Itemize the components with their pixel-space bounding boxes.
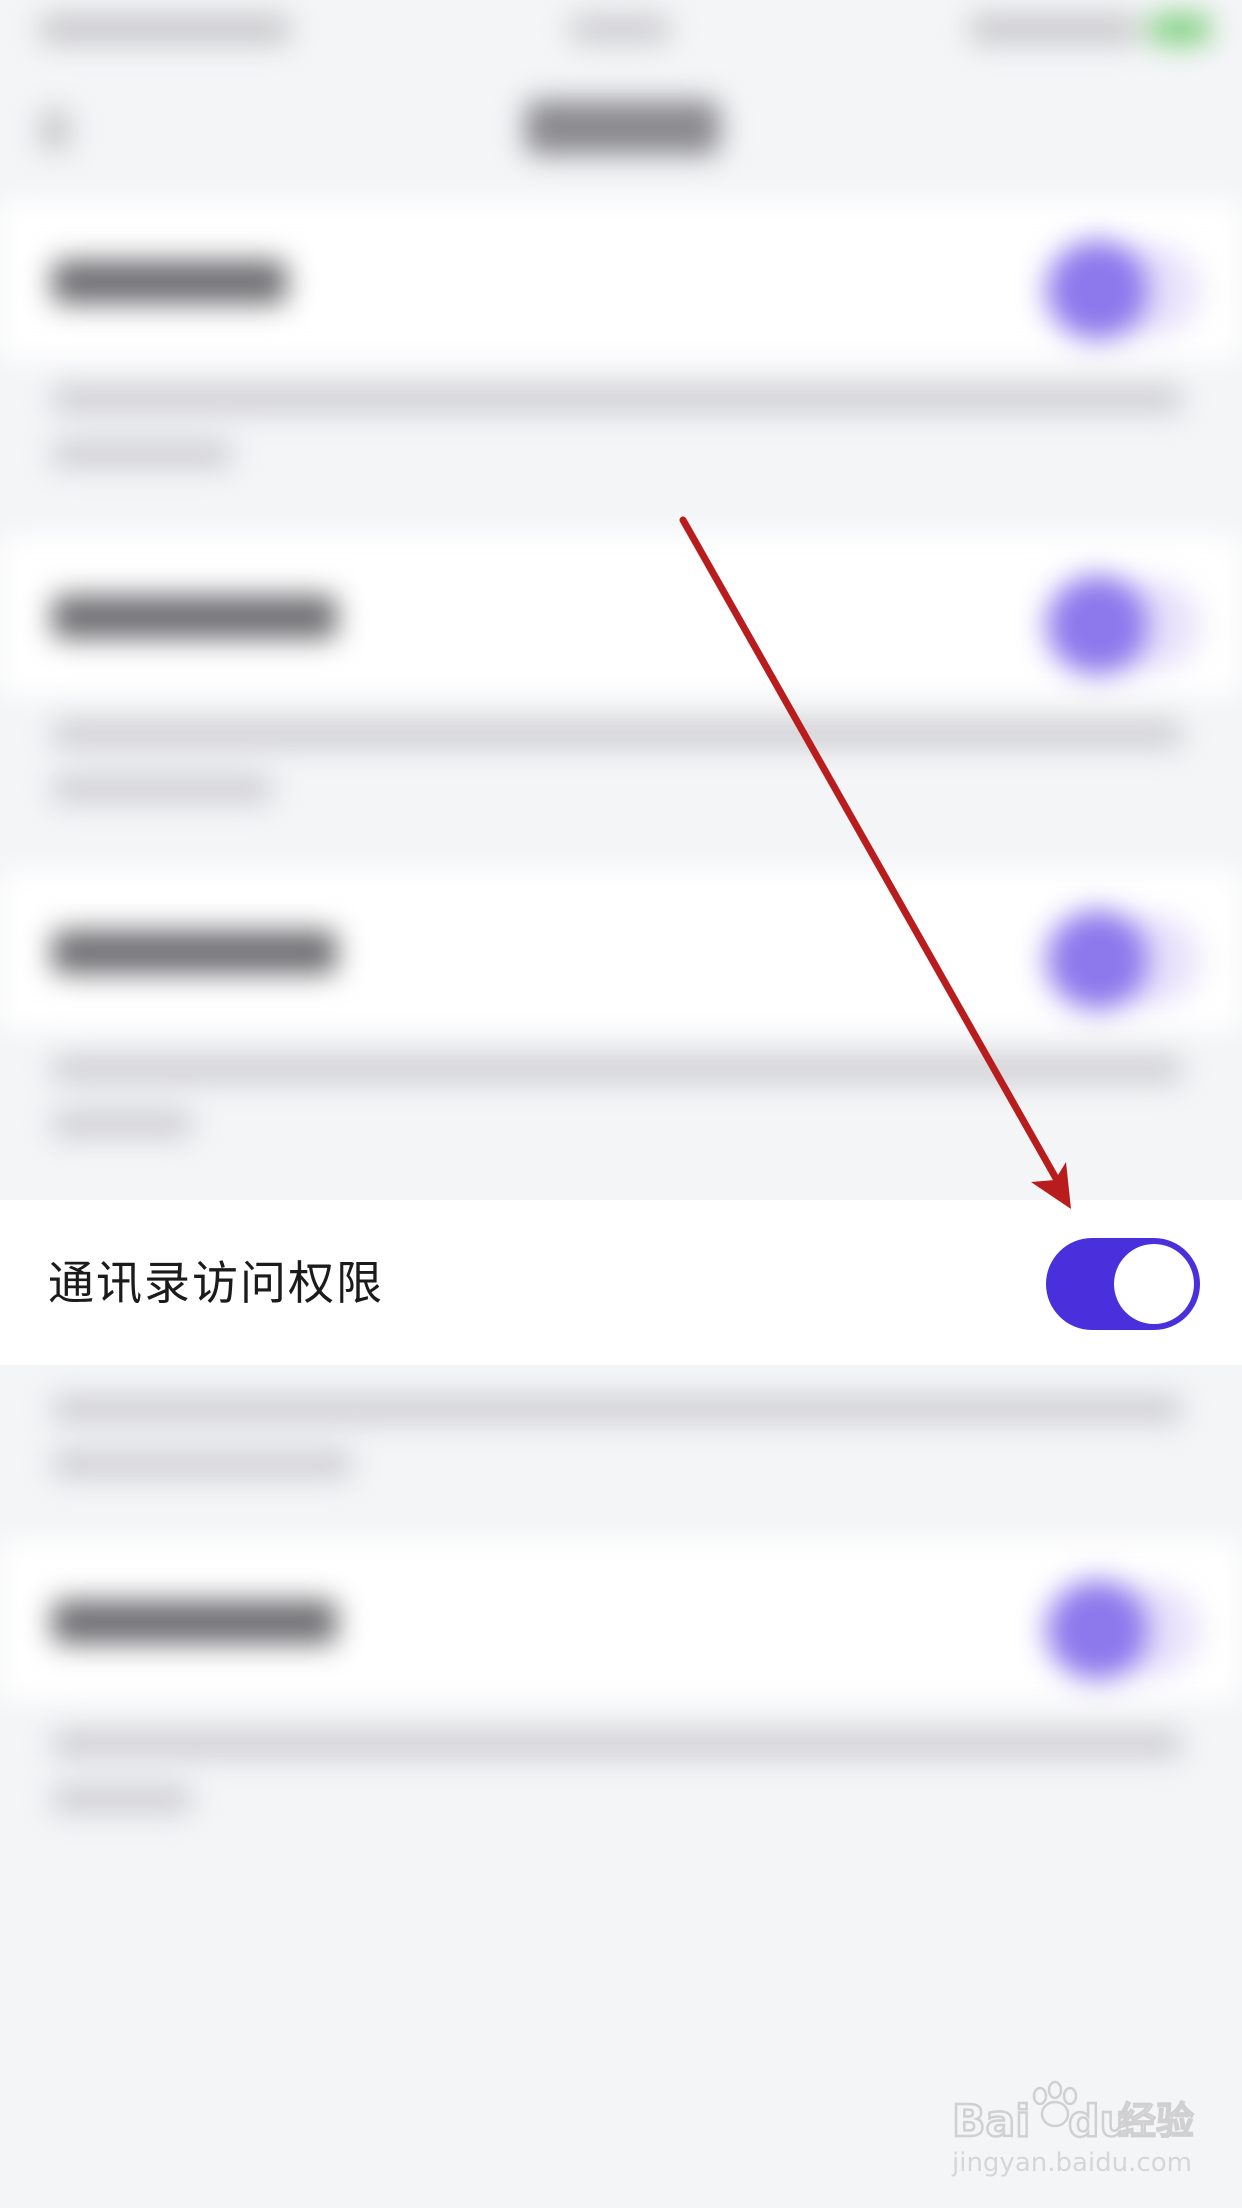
navigation-bar bbox=[0, 60, 1242, 190]
watermark-brand-latin: Bai bbox=[952, 2096, 1030, 2147]
status-bar-carrier bbox=[40, 14, 290, 44]
setting-row-5-label bbox=[52, 1600, 337, 1644]
setting-row-1-toggle-knob bbox=[1048, 240, 1148, 340]
setting-row-1[interactable] bbox=[0, 200, 1242, 360]
blurred-background bbox=[0, 0, 1242, 2208]
setting-row-3-label bbox=[52, 930, 337, 974]
setting-row-2[interactable] bbox=[0, 535, 1242, 695]
setting-row-1-description bbox=[52, 385, 1182, 413]
status-bar-indicators bbox=[970, 14, 1140, 44]
back-icon[interactable] bbox=[40, 110, 70, 150]
setting-row-5-description-line-2 bbox=[52, 1785, 192, 1813]
setting-row-5-toggle-knob bbox=[1048, 1580, 1148, 1680]
watermark-url: jingyan.baidu.com bbox=[952, 2148, 1192, 2178]
contacts-permission-row[interactable]: 通讯录访问权限 bbox=[0, 1200, 1242, 1365]
setting-row-3-description-line-2 bbox=[52, 1110, 192, 1138]
setting-row-4-description-line-2 bbox=[52, 1450, 352, 1478]
setting-row-1-description-line-2 bbox=[52, 440, 232, 468]
status-bar bbox=[0, 0, 1242, 60]
setting-row-3-description bbox=[52, 1055, 1182, 1083]
contacts-permission-toggle[interactable] bbox=[1046, 1238, 1200, 1330]
setting-row-1-label bbox=[52, 260, 287, 304]
toggle-knob bbox=[1114, 1244, 1194, 1324]
contacts-permission-label: 通讯录访问权限 bbox=[48, 1256, 384, 1310]
baidu-logo: Bai du 经验 bbox=[951, 2080, 1195, 2148]
setting-row-2-label bbox=[52, 595, 337, 639]
page-title bbox=[525, 100, 720, 155]
setting-row-5[interactable] bbox=[0, 1540, 1242, 1700]
setting-row-5-description bbox=[52, 1730, 1182, 1758]
watermark-brand-cn: 经验 bbox=[1118, 2099, 1194, 2143]
setting-row-4-description bbox=[52, 1395, 1182, 1423]
battery-icon bbox=[1150, 14, 1210, 44]
status-bar-time bbox=[570, 14, 670, 44]
baidu-jingyan-watermark: Bai du 经验 jingyan.baidu.com bbox=[950, 2078, 1200, 2188]
setting-row-2-description-line-2 bbox=[52, 775, 272, 803]
setting-row-2-toggle-knob bbox=[1048, 575, 1148, 675]
setting-row-3[interactable] bbox=[0, 870, 1242, 1030]
setting-row-2-description bbox=[52, 720, 1182, 748]
setting-row-3-toggle-knob bbox=[1048, 910, 1148, 1010]
